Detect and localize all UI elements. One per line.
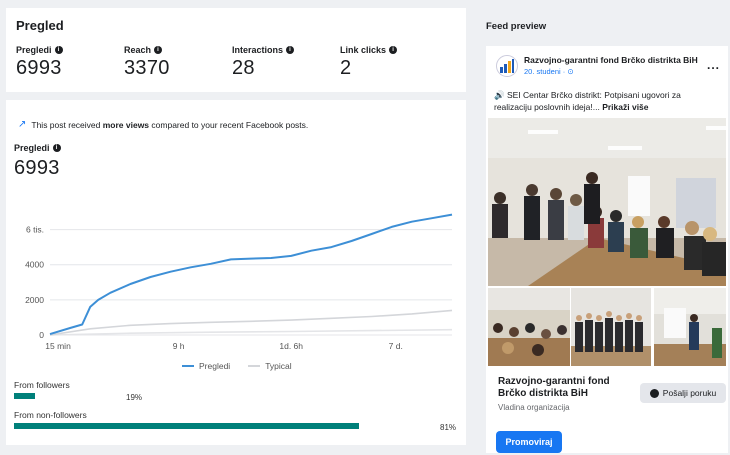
metric-views: Pregledi i 6993 (16, 45, 124, 80)
metric-label: Link clicks (340, 45, 387, 55)
post-photo-2[interactable] (488, 288, 570, 366)
feed-preview-title: Feed preview (486, 21, 547, 32)
send-message-button[interactable]: Pošalji poruku (640, 383, 726, 403)
info-icon[interactable]: i (389, 46, 398, 54)
chart-metric-value: 6993 (14, 157, 60, 179)
post-photo-4[interactable] (654, 288, 726, 366)
promo-page-name[interactable]: Razvojno-garantni fond Brčko distrikta B… (498, 376, 628, 400)
page-avatar[interactable] (496, 55, 518, 77)
info-icon[interactable]: i (52, 144, 61, 152)
overview-title: Pregled (16, 18, 64, 33)
series-line-views (49, 213, 453, 336)
chart-metric-label: Pregledi i (14, 143, 61, 153)
metric-label: Interactions (232, 45, 284, 55)
post-header: Razvojno-garantni fond Brčko distrikta B… (496, 55, 698, 77)
y-tick-label: 4000 (25, 260, 44, 270)
messenger-icon (649, 388, 659, 398)
chart-legend: Pregledi Typical (182, 361, 292, 371)
overview-card: Pregled Pregledi i 6993 Reach i 3370 Inter… (6, 8, 466, 92)
post-date[interactable]: 20. studeni · ⊙ (524, 67, 698, 76)
legend-item-typical[interactable]: Typical (248, 361, 292, 371)
post-preview: Razvojno-garantni fond Brčko distrikta B… (486, 46, 728, 453)
metric-label: Pregledi (16, 45, 52, 55)
globe-icon: ⊙ (567, 67, 574, 76)
info-icon[interactable]: i (54, 46, 63, 54)
followers-percent: 19% (126, 393, 143, 402)
followers-bar-fill (14, 393, 35, 399)
info-icon[interactable]: i (154, 46, 163, 54)
meeting-room-photo (488, 118, 726, 286)
metric-value: 6993 (16, 57, 62, 79)
y-tick-label: 6 tis. (26, 225, 44, 235)
non-followers-label: From non-followers (14, 410, 87, 420)
y-tick-label: 0 (39, 330, 44, 340)
views-chart-card: ↗ This post received more views compared… (6, 100, 466, 445)
promo-page-category: Vladina organizacija (498, 403, 570, 412)
views-line-chart: 0 2000 4000 6 tis. 15 min 9 h 1d. 6h 7 d. (25, 213, 453, 351)
logo-icon (500, 59, 514, 73)
post-photo-main[interactable] (488, 118, 726, 286)
speaker-photo (654, 288, 726, 366)
x-tick-label: 9 h (173, 341, 185, 351)
series-line-baseline (49, 328, 453, 336)
non-followers-percent: 81% (440, 423, 457, 432)
legend-swatch (182, 365, 194, 367)
x-tick-label: 7 d. (389, 341, 403, 351)
metric-reach: Reach i 3370 (124, 45, 232, 80)
metric-value: 28 (232, 57, 255, 79)
y-tick-label: 2000 (25, 295, 44, 305)
x-tick-label: 1d. 6h (279, 341, 303, 351)
followers-bar (14, 393, 122, 399)
metrics-row: Pregledi i 6993 Reach i 3370 Interactions i… (16, 45, 456, 80)
metric-link-clicks: Link clicks i 2 (340, 45, 448, 80)
non-followers-bar-fill (14, 423, 360, 429)
insight-message: ↗ This post received more views compared… (18, 119, 308, 130)
see-more-link[interactable]: Prikaži više (602, 102, 648, 112)
feed-preview-panel: Feed preview Razvojno-garantni fond Brčk… (478, 8, 730, 455)
legend-item-views[interactable]: Pregledi (182, 361, 230, 371)
metric-label: Reach (124, 45, 152, 55)
audience-photo (488, 288, 570, 366)
post-text: 🔊 SEI Centar Brčko distrikt: Potpisani u… (494, 90, 681, 112)
legend-swatch (248, 365, 261, 367)
insight-text: This post received more views compared t… (31, 119, 309, 130)
boost-button[interactable]: Promoviraj (496, 431, 562, 453)
metric-interactions: Interactions i 28 (232, 45, 340, 80)
page-name[interactable]: Razvojno-garantni fond Brčko distrikta B… (524, 55, 698, 65)
info-icon[interactable]: i (286, 46, 295, 54)
non-followers-bar (14, 423, 440, 429)
metric-value: 3370 (124, 57, 170, 79)
trend-up-icon: ↗ (18, 119, 27, 130)
followers-label: From followers (14, 380, 70, 390)
group-photo (571, 288, 651, 366)
x-tick-label: 15 min (45, 341, 71, 351)
more-options-icon[interactable]: ... (707, 58, 720, 72)
metric-value: 2 (340, 57, 352, 79)
post-photo-3[interactable] (571, 288, 651, 366)
